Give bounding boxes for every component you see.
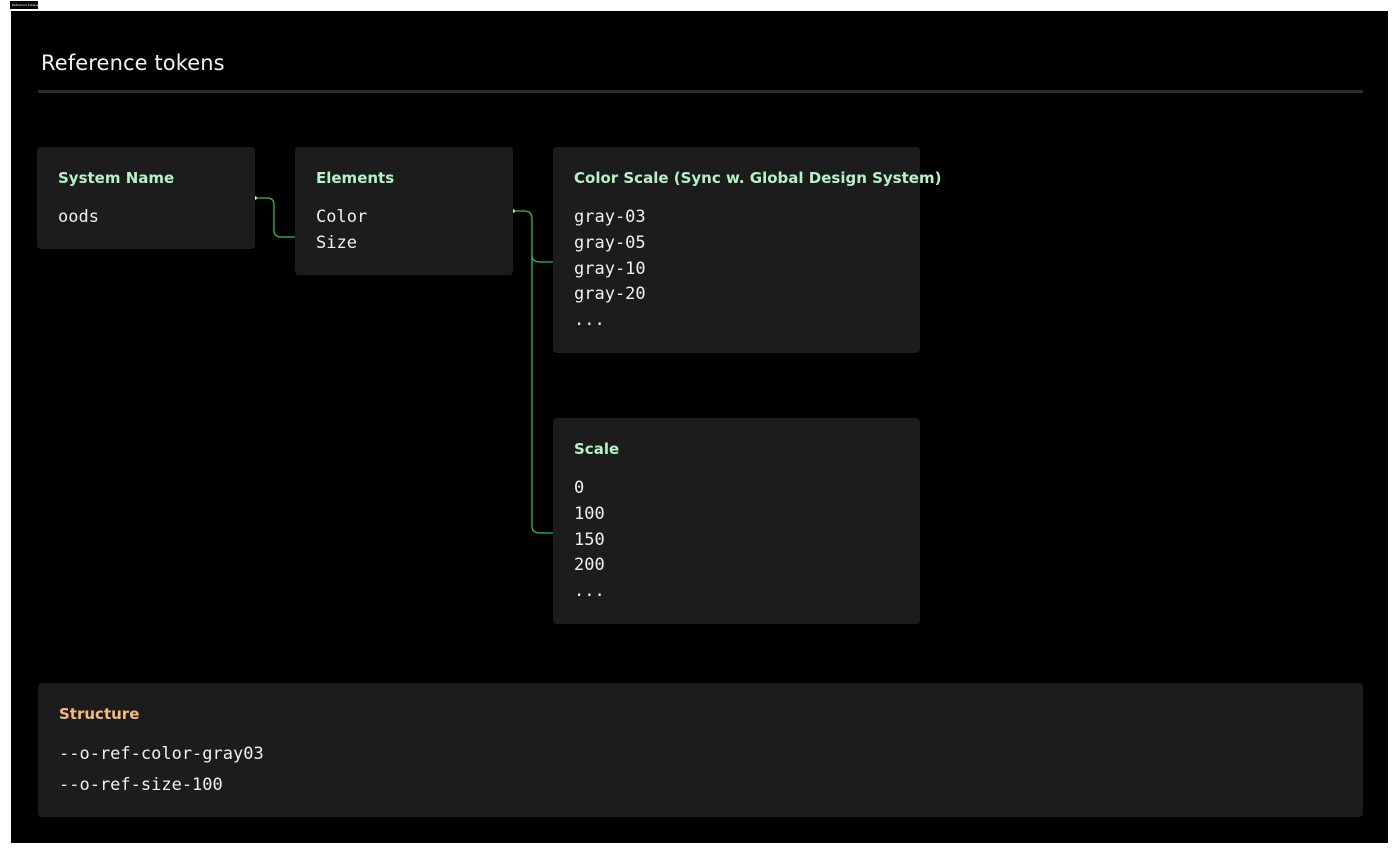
elements-node[interactable]: Elements Color Size <box>295 147 513 275</box>
node-item: oods <box>58 207 99 227</box>
node-item: gray-20 <box>574 284 646 305</box>
node-item: 200 <box>574 555 605 576</box>
scale-node[interactable]: Scale 0 100 150 200 ... <box>553 418 920 624</box>
system-name-node[interactable]: System Name oods <box>37 147 255 249</box>
node-items: 0 100 150 200 ... <box>574 476 605 605</box>
diagram-canvas: Reference tokens System Name oods Elemen… <box>11 11 1388 843</box>
page-title: Reference tokens <box>41 51 225 75</box>
title-divider <box>38 90 1363 93</box>
structure-panel: Structure --o-ref-color-gray03 --o-ref-s… <box>38 683 1363 817</box>
frame-label[interactable]: Reference tokens <box>10 1 38 9</box>
edge-elements-to-colorscale <box>513 210 553 263</box>
node-item: 150 <box>574 529 605 550</box>
node-title: Scale <box>574 440 620 458</box>
node-title: Color Scale (Sync w. Global Design Syste… <box>574 169 942 187</box>
node-title: Elements <box>316 169 395 187</box>
node-item: gray-03 <box>574 207 646 227</box>
node-item: ... <box>574 310 605 331</box>
color-scale-node[interactable]: Color Scale (Sync w. Global Design Syste… <box>553 147 941 353</box>
structure-items: --o-ref-color-gray03 --o-ref-size-100 <box>59 739 264 801</box>
structure-token: --o-ref-color-gray03 <box>59 744 264 764</box>
node-title: System Name <box>58 169 175 187</box>
structure-title: Structure <box>59 705 140 723</box>
node-item: 100 <box>574 503 605 524</box>
structure-token: --o-ref-size-100 <box>59 775 223 795</box>
node-items: Color Size <box>316 205 367 257</box>
node-item: gray-05 <box>574 232 646 253</box>
edge-elements-to-scale <box>531 255 553 534</box>
node-item: 0 <box>574 478 585 498</box>
node-items: oods <box>58 205 99 231</box>
edge-system-to-elements <box>255 197 295 238</box>
node-items: gray-03 gray-05 gray-10 gray-20 ... <box>574 205 646 334</box>
node-item: Size <box>316 232 357 253</box>
node-item: Color <box>316 207 368 227</box>
node-item: gray-10 <box>574 258 646 279</box>
node-item: ... <box>574 581 605 602</box>
